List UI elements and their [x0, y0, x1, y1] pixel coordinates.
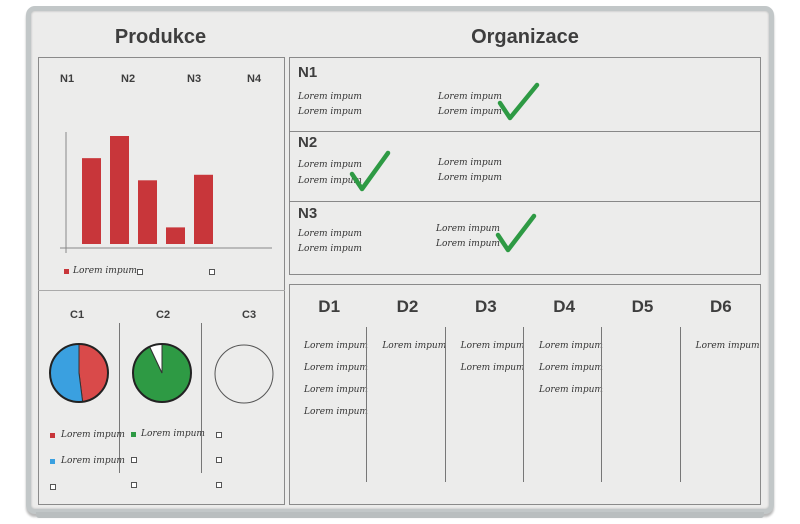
- column-divider: [601, 327, 602, 482]
- column-d4-item: Lorem impum: [539, 341, 603, 351]
- column-header-d2: D2: [396, 297, 419, 316]
- column-header-d3: D3: [474, 297, 497, 316]
- column-d4-item: Lorem impum: [539, 385, 603, 395]
- column-divider: [445, 327, 446, 482]
- column-d1-item: Lorem impum: [304, 385, 368, 395]
- column-header-d6: D6: [709, 297, 732, 316]
- column-divider: [523, 327, 524, 482]
- n2-check-icon: [349, 150, 391, 192]
- column-d1-item: Lorem impum: [304, 407, 368, 417]
- column-d1-item: Lorem impum: [304, 341, 368, 351]
- column-header-d4: D4: [553, 297, 576, 316]
- n1-check-icon: [497, 82, 540, 121]
- column-divider: [680, 327, 681, 482]
- column-d4-item: Lorem impum: [539, 363, 603, 373]
- column-d2-item: Lorem impum: [382, 341, 447, 351]
- column-d3-item: Lorem impum: [460, 363, 525, 373]
- column-d6-item: Lorem impum: [695, 341, 760, 351]
- column-d3-item: Lorem impum: [460, 341, 525, 351]
- column-divider: [366, 327, 367, 482]
- column-d1-item: Lorem impum: [304, 363, 368, 373]
- column-header-d5: D5: [631, 297, 654, 316]
- n3-check-icon: [495, 213, 537, 253]
- column-header-d1: D1: [318, 297, 341, 316]
